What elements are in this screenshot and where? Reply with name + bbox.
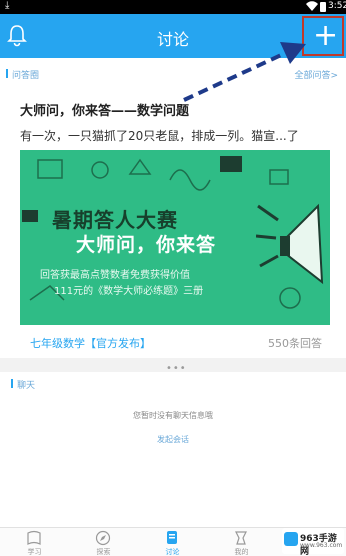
empty-chat-message: 您暂时没有聊天信息哦 xyxy=(133,411,213,420)
post-title[interactable]: 大师问，你来答——数学问题 xyxy=(20,100,189,119)
tab-explore[interactable]: 探索 xyxy=(69,528,138,556)
tab-study[interactable]: 学习 xyxy=(0,528,69,556)
tab-label: 学习 xyxy=(27,548,42,556)
book-icon xyxy=(27,530,41,545)
section-label-qa: 问答圈 xyxy=(5,68,39,81)
person-icon xyxy=(235,531,247,545)
download-icon: ⤓ xyxy=(5,0,10,11)
post-tag[interactable]: 七年级数学【官方发布】 xyxy=(30,335,151,351)
chat-section: 聊天 您暂时没有聊天信息哦 发起会话 xyxy=(0,372,346,527)
section-label-chat: 聊天 xyxy=(10,378,35,391)
banner-headline: 暑期答人大赛 xyxy=(52,208,178,232)
banner-description-1: 回答获最高点赞数者免费获得价值 xyxy=(40,270,190,281)
chat-icon xyxy=(167,531,177,544)
post-excerpt[interactable]: 有一次，一只猫抓了20只老鼠，排成一列。猫宣...了 xyxy=(20,127,340,144)
tab-discuss[interactable]: 讨论 xyxy=(138,528,207,556)
status-time: 3:52 xyxy=(328,1,346,11)
tab-label: 我的 xyxy=(234,548,249,556)
logo-square-icon xyxy=(284,532,298,546)
start-chat-link[interactable]: 发起会话 xyxy=(0,434,346,445)
contest-banner[interactable]: 暑期答人大赛 大师问，你来答 回答获最高点赞数者免费获得价值 111元的《数学大… xyxy=(20,150,330,325)
banner-subheadline: 大师问，你来答 xyxy=(76,234,217,256)
tab-label: 讨论 xyxy=(165,548,180,556)
wifi-icon xyxy=(306,1,318,11)
banner-description-2: 111元的《数学大师必练题》三册 xyxy=(54,286,204,297)
compass-icon xyxy=(95,530,111,546)
tab-me[interactable]: 我的 xyxy=(207,528,276,556)
answer-count: 550条回答 xyxy=(268,337,322,350)
annotation-arrow-icon xyxy=(183,42,306,102)
megaphone-icon xyxy=(256,203,324,285)
site-watermark-logo: 963手游网 www.963.com xyxy=(282,528,344,556)
battery-icon xyxy=(320,2,326,12)
watermark-line-2: www.963.com xyxy=(300,542,343,549)
plus-icon: + xyxy=(313,18,339,53)
status-bar: ⤓ 3:52 xyxy=(0,0,346,14)
tab-label: 探索 xyxy=(96,548,111,556)
